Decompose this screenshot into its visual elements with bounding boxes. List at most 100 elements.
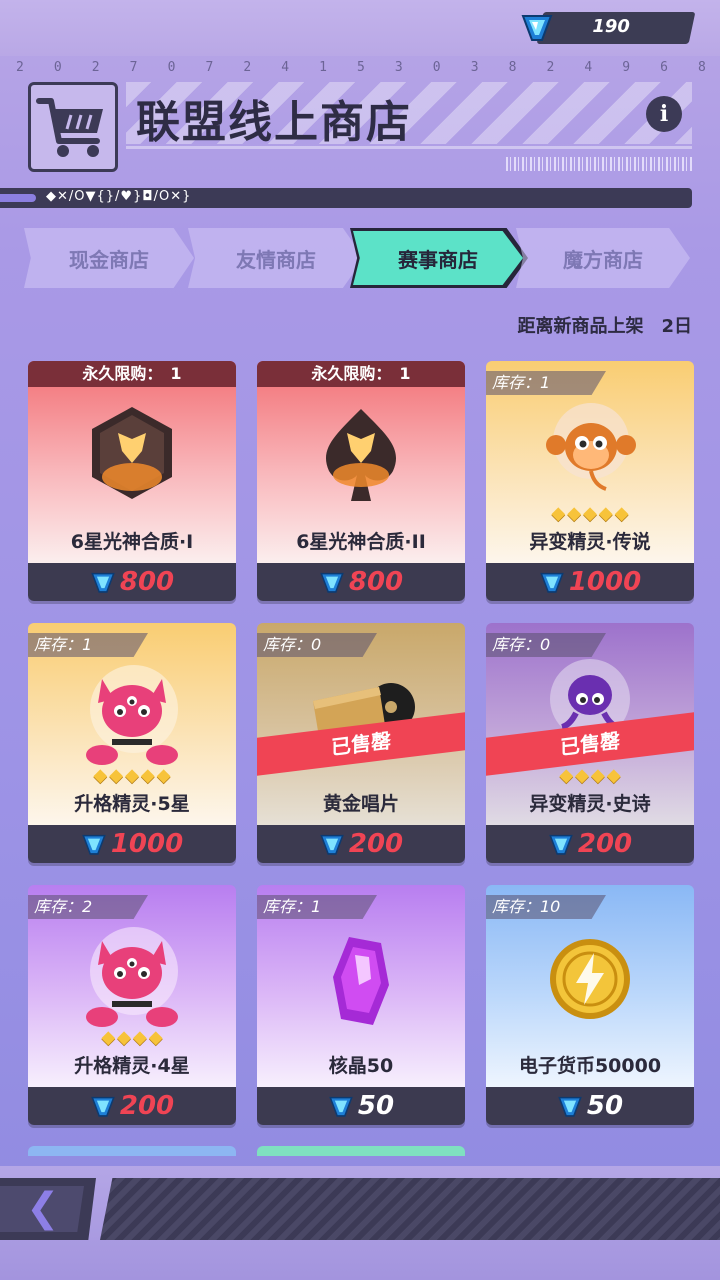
product-card-partial[interactable] xyxy=(257,1146,465,1156)
price-bar[interactable]: 800 xyxy=(28,563,236,601)
product-card[interactable]: 库存：0 已售罄 ◆ ◆ ◆ ◆ 异变精灵·史诗 200 xyxy=(486,623,694,863)
price-value: 1000 xyxy=(568,567,642,597)
product-card[interactable]: 库存：10 电子货币50000 50 xyxy=(486,885,694,1125)
price-bar[interactable]: 50 xyxy=(257,1087,465,1125)
price-bar[interactable]: 800 xyxy=(257,563,465,601)
price-value: 50 xyxy=(357,1091,395,1121)
symbol-bar: ◆✕/O▼{}/♥}◘/O✕} xyxy=(0,188,692,208)
tab-label: 现金商店 xyxy=(69,247,149,272)
star-icon: ◆ xyxy=(117,1027,131,1048)
digit: 2 xyxy=(546,60,555,75)
tab-label: 魔方商店 xyxy=(563,247,643,272)
price-value: 800 xyxy=(119,567,175,597)
price-value: 200 xyxy=(577,829,633,859)
price-value: 200 xyxy=(348,829,404,859)
tab-cash-shop[interactable]: 现金商店 xyxy=(24,228,194,288)
symbol-text: ◆✕/O▼{}/♥}◘/O✕} xyxy=(46,189,192,204)
product-name: 异变精灵·传说 xyxy=(529,531,651,553)
stock-tag: 库存：1 xyxy=(486,371,606,395)
product-name: 异变精灵·史诗 xyxy=(529,793,651,815)
digit: 0 xyxy=(167,60,176,75)
purchase-limit-banner: 永久限购： 1 xyxy=(257,361,465,387)
product-card[interactable]: 库存：0 已售罄 黄金唱片 200 xyxy=(257,623,465,863)
digit: 8 xyxy=(508,60,517,75)
diamond-currency-icon xyxy=(549,834,573,855)
price-value: 1000 xyxy=(110,829,184,859)
star-icon: ◆ xyxy=(140,765,155,786)
diamond-currency-icon xyxy=(320,572,344,593)
star-icon: ◆ xyxy=(156,765,171,786)
tab-label: 友情商店 xyxy=(236,247,316,272)
symbol-bar-accent xyxy=(0,194,36,202)
barcode-decoration xyxy=(506,157,692,171)
hexagon-wing-emblem-icon xyxy=(92,407,172,499)
price-bar[interactable]: 200 xyxy=(28,1087,236,1125)
price-bar[interactable]: 1000 xyxy=(28,825,236,863)
tab-friendship-shop[interactable]: 友情商店 xyxy=(188,228,364,288)
product-card[interactable]: 库存：1 ◆ ◆ ◆ ◆ ◆ 升格精灵·5星 1000 xyxy=(28,623,236,863)
diamond-currency-icon xyxy=(91,572,115,593)
diamond-currency-icon xyxy=(82,834,106,855)
product-name: 6星光神合质·I xyxy=(70,531,194,553)
page-title: 联盟线上商店 xyxy=(136,97,412,148)
stock-tag: 库存：1 xyxy=(257,895,377,919)
shopping-cart-icon xyxy=(36,98,103,157)
diamond-currency-icon xyxy=(329,1096,353,1117)
product-name: 黄金唱片 xyxy=(322,793,399,815)
star-icon: ◆ xyxy=(125,765,139,786)
price-bar[interactable]: 200 xyxy=(257,825,465,863)
tab-cube-shop[interactable]: 魔方商店 xyxy=(516,228,690,288)
diamond-currency-icon xyxy=(320,834,344,855)
price-value: 800 xyxy=(348,567,404,597)
stock-tag: 库存：1 xyxy=(28,633,148,657)
star-icon: ◆ xyxy=(598,503,613,524)
product-card[interactable]: 库存：2 ◆ ◆ ◆ ◆ 升格精灵·4星 200 xyxy=(28,885,236,1125)
back-button[interactable]: ❮ xyxy=(0,1178,96,1240)
diamond-currency-icon xyxy=(91,1096,115,1117)
product-card-partial[interactable] xyxy=(28,1146,236,1156)
stock-tag: 库存：10 xyxy=(486,895,606,919)
price-bar[interactable]: 50 xyxy=(486,1087,694,1125)
digit: 4 xyxy=(281,60,290,75)
product-card[interactable]: 库存：1 核晶50 50 xyxy=(257,885,465,1125)
digit: 7 xyxy=(129,60,138,75)
digit: 2 xyxy=(91,60,100,75)
star-icon: ◆ xyxy=(93,765,108,786)
price-bar[interactable]: 1000 xyxy=(486,563,694,601)
info-button[interactable]: i xyxy=(646,96,682,132)
product-card[interactable]: 永久限购： 1 6星光神合质·I 800 xyxy=(28,361,236,601)
digit: 8 xyxy=(698,60,706,75)
tab-tournament-shop[interactable]: 赛事商店 xyxy=(353,231,523,285)
diamond-currency-icon xyxy=(558,1096,582,1117)
star-rating: ◆ ◆ ◆ ◆ xyxy=(28,1027,236,1048)
product-name: 升格精灵·5星 xyxy=(74,793,190,815)
footer-strip xyxy=(100,1178,720,1240)
digit: 7 xyxy=(205,60,214,75)
star-rating: ◆ ◆ ◆ ◆ ◆ xyxy=(486,503,694,524)
price-value: 50 xyxy=(586,1091,624,1121)
product-card[interactable]: 永久限购： 1 6星光神合质·II 800 xyxy=(257,361,465,601)
product-card[interactable]: 库存：1 ◆ ◆ ◆ ◆ ◆ 异变精灵·传说 1000 xyxy=(486,361,694,601)
pink-cat-spirit-icon xyxy=(86,927,178,1027)
purchase-limit-banner: 永久限购： 1 xyxy=(28,361,236,387)
gold-coin-icon xyxy=(550,939,630,1019)
star-icon: ◆ xyxy=(583,503,597,524)
star-icon: ◆ xyxy=(614,503,629,524)
decorative-digits: 2 0 2 7 0 7 2 4 1 5 3 0 3 8 2 4 9 6 8 xyxy=(16,60,706,78)
star-icon: ◆ xyxy=(133,1027,147,1048)
currency-amount: 190 xyxy=(592,16,631,37)
digit: 3 xyxy=(470,60,479,75)
digit: 1 xyxy=(319,60,327,75)
price-value: 200 xyxy=(119,1091,175,1121)
price-bar[interactable]: 200 xyxy=(486,825,694,863)
star-icon: ◆ xyxy=(559,765,574,786)
chevron-left-icon: ❮ xyxy=(0,1186,84,1232)
restock-countdown: 距离新商品上架 2日 xyxy=(517,316,692,337)
diamond-currency-icon xyxy=(521,15,553,41)
spade-wing-emblem-icon xyxy=(325,409,397,501)
star-icon: ◆ xyxy=(567,503,582,524)
stock-tag: 库存：0 xyxy=(486,633,606,657)
product-name: 核晶50 xyxy=(328,1055,394,1077)
star-icon: ◆ xyxy=(606,765,621,786)
digit: 9 xyxy=(622,60,631,75)
